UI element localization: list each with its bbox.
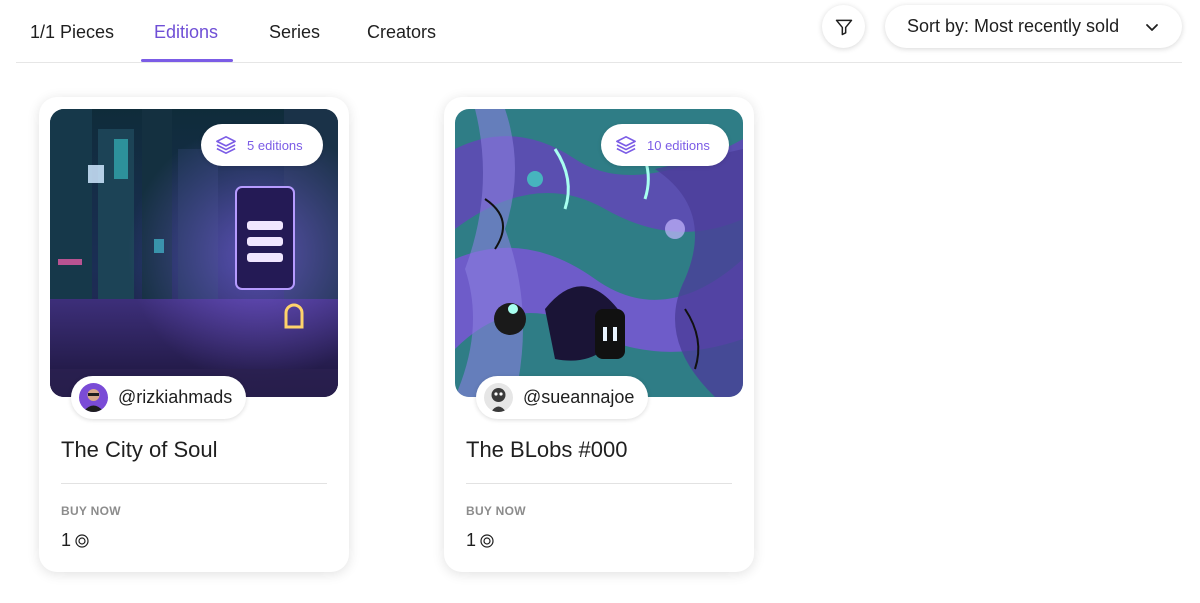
divider bbox=[61, 483, 327, 484]
artwork-title[interactable]: The City of Soul bbox=[61, 437, 218, 463]
price-value: 1 bbox=[466, 530, 477, 550]
edition-card[interactable]: 5 editions @rizkiahmads The City of Soul… bbox=[39, 97, 349, 572]
tab-1-1-pieces[interactable]: 1/1 Pieces bbox=[30, 22, 114, 62]
editions-badge: 10 editions bbox=[601, 124, 729, 166]
filter-button[interactable] bbox=[822, 5, 865, 48]
buy-now-label: BUY NOW bbox=[466, 504, 526, 518]
editions-count: 5 editions bbox=[247, 137, 303, 153]
sort-dropdown[interactable]: Sort by: Most recently sold bbox=[885, 5, 1182, 48]
chevron-down-icon bbox=[1146, 24, 1158, 31]
avatar bbox=[79, 383, 108, 412]
price: 1 bbox=[466, 530, 494, 551]
price: 1 bbox=[61, 530, 89, 551]
editions-badge: 5 editions bbox=[201, 124, 323, 166]
creator-link[interactable]: @rizkiahmads bbox=[71, 376, 247, 419]
filter-icon bbox=[835, 19, 852, 35]
divider bbox=[466, 483, 732, 484]
buy-now-label: BUY NOW bbox=[61, 504, 121, 518]
price-value: 1 bbox=[61, 530, 72, 550]
sol-coin-icon bbox=[480, 533, 494, 548]
artwork-title[interactable]: The BLobs #000 bbox=[466, 437, 627, 463]
creator-handle: @rizkiahmads bbox=[118, 387, 233, 407]
tab-creators[interactable]: Creators bbox=[367, 22, 436, 62]
creator-handle: @sueannajoe bbox=[523, 387, 635, 407]
creator-link[interactable]: @sueannajoe bbox=[476, 376, 649, 419]
avatar bbox=[484, 383, 513, 412]
edition-card[interactable]: 10 editions @sueannajoe The BLobs #000 B… bbox=[444, 97, 754, 572]
active-tab-indicator bbox=[141, 59, 233, 62]
editions-count: 10 editions bbox=[647, 137, 710, 153]
layers-icon bbox=[616, 136, 636, 154]
tab-series[interactable]: Series bbox=[269, 22, 320, 62]
sort-label: Sort by: Most recently sold bbox=[907, 16, 1120, 36]
tab-editions[interactable]: Editions bbox=[154, 22, 218, 62]
layers-icon bbox=[216, 136, 236, 154]
sol-coin-icon bbox=[75, 533, 89, 548]
